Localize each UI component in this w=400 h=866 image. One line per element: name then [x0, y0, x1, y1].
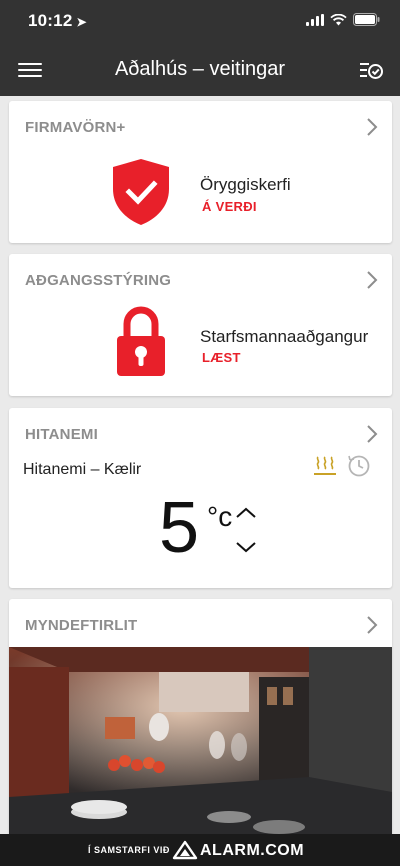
- security-card[interactable]: FIRMAVÖRN+ Öryggiskerfi Á VERÐI: [9, 101, 392, 243]
- battery-icon: [353, 13, 380, 26]
- staff-access-label: Starfsmannaaðgangur: [200, 327, 369, 346]
- alarm-brand: ALARM.COM: [200, 842, 305, 859]
- chevron-right-icon[interactable]: [366, 615, 378, 635]
- location-arrow-icon: ➤: [76, 15, 87, 29]
- lock-status: LÆST: [202, 350, 241, 365]
- nav-bar: Aðalhús – veitingar: [0, 44, 400, 96]
- dashboard-content: FIRMAVÖRN+ Öryggiskerfi Á VERÐI AÐGANGSS…: [0, 96, 400, 834]
- thermostat-name: Hitanemi – Kælir: [23, 461, 142, 478]
- access-control-card[interactable]: AÐGANGSSTÝRING Starfsmannaaðgangur LÆST: [9, 254, 392, 396]
- padlock-icon[interactable]: [115, 306, 167, 378]
- page-title[interactable]: Aðalhús – veitingar: [0, 58, 400, 81]
- wifi-icon: [330, 13, 347, 25]
- partner-text: Í SAMSTARFI VIÐ: [88, 845, 170, 855]
- alarm-logo-icon: [172, 840, 198, 860]
- partner-footer: Í SAMSTARFI VIÐ ALARM.COM: [0, 834, 400, 866]
- signal-icon: [306, 13, 324, 26]
- camera-card[interactable]: MYNDEFTIRLIT: [9, 599, 392, 834]
- temperature-unit: °c: [207, 501, 233, 532]
- heat-icon[interactable]: [313, 455, 337, 477]
- status-icons: [306, 13, 380, 26]
- chevron-up-icon[interactable]: [235, 506, 257, 520]
- card-title: MYNDEFTIRLIT: [25, 617, 138, 634]
- security-status: Á VERÐI: [202, 199, 257, 214]
- status-bar: 10:12 ➤: [0, 0, 400, 44]
- chevron-right-icon[interactable]: [366, 117, 378, 137]
- card-title: HITANEMI: [25, 426, 98, 443]
- chevron-right-icon[interactable]: [366, 270, 378, 290]
- card-title: FIRMAVÖRN+: [25, 119, 126, 136]
- security-system-label: Öryggiskerfi: [200, 175, 291, 194]
- chevron-right-icon[interactable]: [366, 424, 378, 444]
- thermostat-card[interactable]: HITANEMI Hitanemi – Kælir 5 °c: [9, 408, 392, 588]
- checklist-icon[interactable]: [358, 57, 384, 83]
- status-time: 10:12 ➤: [28, 11, 87, 31]
- temperature-value: 5: [159, 488, 200, 568]
- chevron-down-icon[interactable]: [235, 540, 257, 554]
- card-title: AÐGANGSSTÝRING: [25, 272, 172, 289]
- clock: 10:12: [28, 11, 73, 30]
- schedule-icon[interactable]: [347, 454, 371, 478]
- shield-check-icon[interactable]: [109, 157, 173, 227]
- camera-feed-image[interactable]: [9, 647, 392, 834]
